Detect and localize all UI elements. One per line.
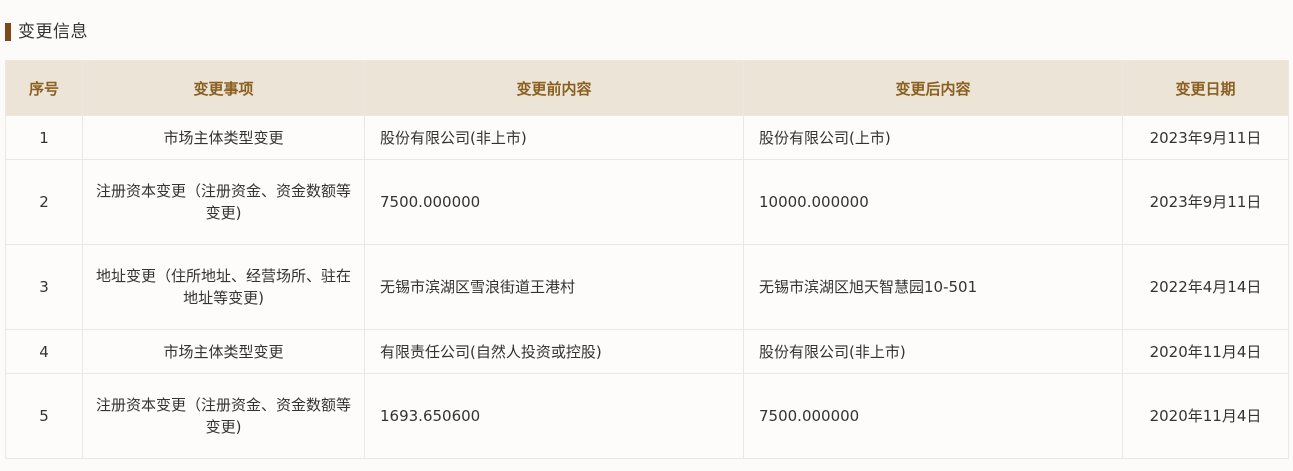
row-index: 3 <box>5 244 83 330</box>
row-before: 7500.000000 <box>364 159 744 245</box>
row-before: 1693.650600 <box>364 373 744 459</box>
header-after: 变更后内容 <box>743 60 1123 116</box>
row-after: 7500.000000 <box>743 373 1123 459</box>
row-before: 有限责任公司(自然人投资或控股) <box>364 329 744 374</box>
table-row: 2 注册资本变更（注册资金、资金数额等变更) 7500.000000 10000… <box>5 159 1289 245</box>
row-date: 2023年9月11日 <box>1122 159 1289 245</box>
row-date: 2020年11月4日 <box>1122 329 1289 374</box>
row-before: 无锡市滨湖区雪浪街道王港村 <box>364 244 744 330</box>
row-date: 2020年11月4日 <box>1122 373 1289 459</box>
section-title: 变更信息 <box>18 22 88 42</box>
row-index: 2 <box>5 159 83 245</box>
section-title-marker <box>5 23 11 41</box>
row-item: 注册资本变更（注册资金、资金数额等变更) <box>82 373 365 459</box>
table-row: 5 注册资本变更（注册资金、资金数额等变更) 1693.650600 7500.… <box>5 373 1289 459</box>
header-before: 变更前内容 <box>364 60 744 116</box>
row-before: 股份有限公司(非上市) <box>364 115 744 160</box>
row-date: 2022年4月14日 <box>1122 244 1289 330</box>
row-after: 无锡市滨湖区旭天智慧园10-501 <box>743 244 1123 330</box>
row-date: 2023年9月11日 <box>1122 115 1289 160</box>
header-index: 序号 <box>5 60 83 116</box>
row-after: 股份有限公司(上市) <box>743 115 1123 160</box>
row-index: 1 <box>5 115 83 160</box>
row-index: 4 <box>5 329 83 374</box>
row-item: 市场主体类型变更 <box>82 115 365 160</box>
section-header: 变更信息 <box>5 20 88 44</box>
table-row: 1 市场主体类型变更 股份有限公司(非上市) 股份有限公司(上市) 2023年9… <box>5 115 1289 160</box>
row-after: 10000.000000 <box>743 159 1123 245</box>
table-row: 3 地址变更（住所地址、经营场所、驻在地址等变更) 无锡市滨湖区雪浪街道王港村 … <box>5 244 1289 330</box>
table-row: 4 市场主体类型变更 有限责任公司(自然人投资或控股) 股份有限公司(非上市) … <box>5 329 1289 374</box>
row-index: 5 <box>5 373 83 459</box>
change-info-table: 序号 变更事项 变更前内容 变更后内容 变更日期 1 市场主体类型变更 股份有限… <box>5 60 1289 459</box>
header-item: 变更事项 <box>82 60 365 116</box>
row-item: 市场主体类型变更 <box>82 329 365 374</box>
table-header-row: 序号 变更事项 变更前内容 变更后内容 变更日期 <box>5 60 1289 116</box>
header-date: 变更日期 <box>1122 60 1289 116</box>
row-item: 地址变更（住所地址、经营场所、驻在地址等变更) <box>82 244 365 330</box>
row-after: 股份有限公司(非上市) <box>743 329 1123 374</box>
row-item: 注册资本变更（注册资金、资金数额等变更) <box>82 159 365 245</box>
